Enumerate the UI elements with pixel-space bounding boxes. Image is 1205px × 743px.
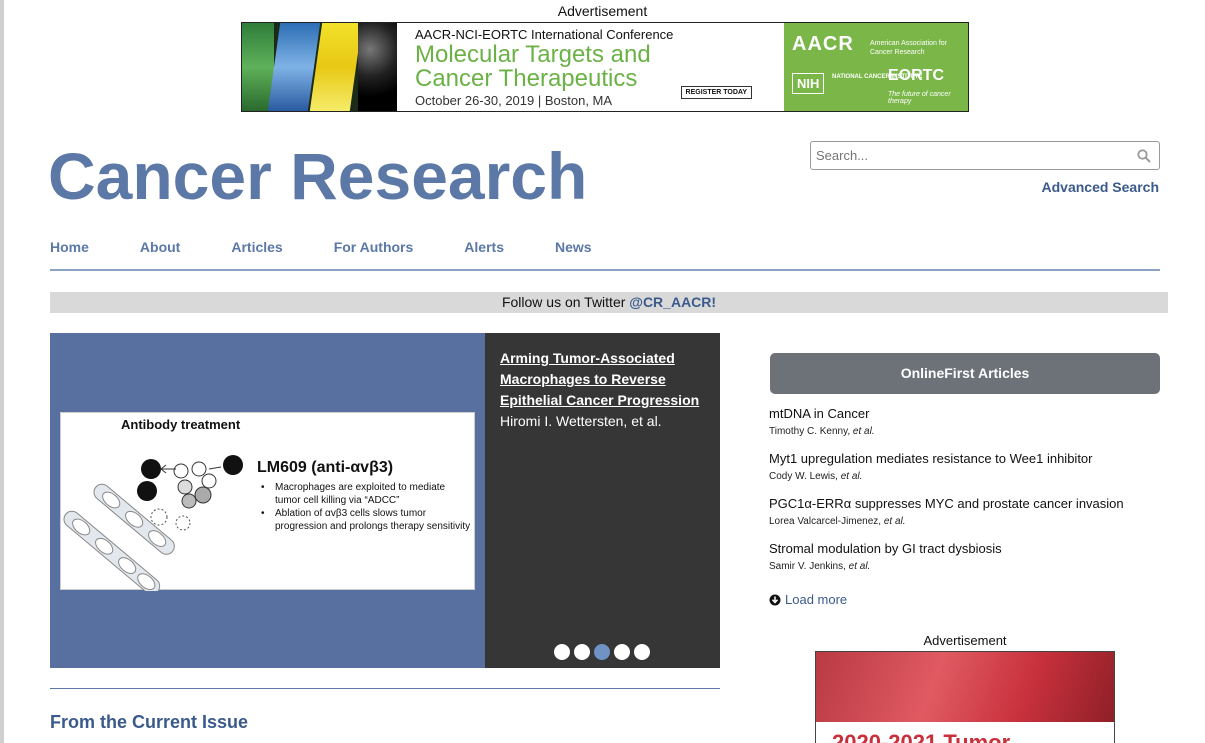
nav-home[interactable]: Home: [50, 239, 89, 255]
top-ad-label: Advertisement: [557, 3, 648, 19]
nav-alerts[interactable]: Alerts: [464, 239, 504, 255]
side-ad-text: 2020-2021 Tumor: [832, 730, 1011, 743]
carousel-article-author: Hiromi I. Wettersten, et al.: [500, 413, 662, 429]
load-more-link[interactable]: Load more: [769, 592, 847, 607]
figure-heading: Antibody treatment: [121, 417, 241, 432]
article-title-link[interactable]: Myt1 upregulation mediates resistance to…: [769, 450, 1169, 467]
nav-divider: [50, 269, 1160, 271]
current-issue-heading: From the Current Issue: [50, 712, 249, 732]
carousel-dot-2[interactable]: [574, 644, 590, 660]
twitter-handle-link[interactable]: @CR_AACR!: [629, 294, 716, 310]
online-first-list: mtDNA in Cancer Timothy C. Kenny, et al.…: [769, 405, 1169, 585]
eortc-logo-subtitle: The future of cancer therapy: [888, 91, 951, 105]
carousel-dot-3[interactable]: [594, 644, 610, 660]
nav-about[interactable]: About: [140, 239, 180, 255]
aacr-logo-subtitle: American Association for Cancer Research: [870, 40, 948, 56]
site-title[interactable]: Cancer Research: [48, 138, 587, 214]
figure-bullet: Macrophages are exploited to mediate tum…: [261, 481, 471, 507]
top-ad-banner[interactable]: AACR-NCI-EORTC International Conference …: [241, 22, 969, 112]
side-ad-banner[interactable]: 2020-2021 Tumor: [815, 651, 1115, 743]
carousel-dot-1[interactable]: [554, 644, 570, 660]
featured-carousel[interactable]: Antibody treatment LM609 (anti-αvβ3) Mac…: [50, 333, 720, 668]
article-authors: Samir V. Jenkins, et al.: [769, 561, 871, 572]
search-box[interactable]: [810, 141, 1160, 170]
page-left-border: [0, 0, 4, 743]
figure-title: LM609 (anti-αvβ3): [257, 459, 394, 476]
ad-register-button[interactable]: REGISTER TODAY: [680, 86, 752, 99]
search-icon[interactable]: [1137, 149, 1151, 163]
ad-kicker: AACR-NCI-EORTC International Conference: [415, 27, 674, 42]
ad-artwork: [242, 23, 397, 111]
ad-title-line1: Molecular Targets and: [415, 41, 651, 68]
article-authors: Lorea Valcarcel-Jimenez, et al.: [769, 516, 906, 527]
nav-news[interactable]: News: [555, 239, 592, 255]
carousel-dot-5[interactable]: [634, 644, 650, 660]
aacr-logo: AACR: [792, 33, 854, 55]
twitter-text: Follow us on Twitter: [501, 294, 630, 310]
list-item: PGC1α-ERRα suppresses MYC and prostate c…: [769, 495, 1169, 540]
eortc-logo: EORTC: [888, 67, 944, 84]
ad-logos: AACR American Association for Cancer Res…: [784, 23, 968, 111]
list-item: Myt1 upregulation mediates resistance to…: [769, 450, 1169, 495]
nav-articles[interactable]: Articles: [231, 239, 282, 255]
side-ad-label: Advertisement: [923, 633, 1007, 648]
search-input[interactable]: [811, 142, 1121, 169]
article-authors: Cody W. Lewis, et al.: [769, 471, 863, 482]
article-title-link[interactable]: mtDNA in Cancer: [769, 405, 1169, 422]
carousel-caption: Arming Tumor-Associated Macrophages to R…: [485, 333, 720, 668]
current-issue-divider: [50, 688, 720, 689]
load-more-label: Load more: [785, 592, 848, 607]
article-title-link[interactable]: Stromal modulation by GI tract dysbiosis: [769, 540, 1169, 557]
arrow-circle-down-icon: [769, 594, 781, 605]
figure-bullets: Macrophages are exploited to mediate tum…: [261, 481, 471, 533]
carousel-dots: [554, 644, 650, 660]
carousel-figure[interactable]: Antibody treatment LM609 (anti-αvβ3) Mac…: [60, 412, 475, 591]
online-first-header[interactable]: OnlineFirst Articles: [770, 353, 1160, 394]
side-ad-artwork: [816, 652, 1114, 722]
nih-logo: NIH: [792, 73, 825, 94]
carousel-dot-4[interactable]: [614, 644, 630, 660]
article-title-link[interactable]: PGC1α-ERRα suppresses MYC and prostate c…: [769, 495, 1169, 512]
nav-for-authors[interactable]: For Authors: [334, 239, 414, 255]
figure-bullet: Ablation of αvβ3 cells slows tumor progr…: [261, 507, 471, 533]
twitter-bar: Follow us on Twitter @CR_AACR!: [50, 292, 1168, 313]
main-nav: Home About Articles For Authors Alerts N…: [50, 239, 643, 255]
list-item: mtDNA in Cancer Timothy C. Kenny, et al.: [769, 405, 1169, 450]
list-item: Stromal modulation by GI tract dysbiosis…: [769, 540, 1169, 585]
ad-text-block: AACR-NCI-EORTC International Conference …: [397, 23, 784, 111]
carousel-article-title[interactable]: Arming Tumor-Associated Macrophages to R…: [500, 348, 705, 411]
article-authors: Timothy C. Kenny, et al.: [769, 426, 875, 437]
advanced-search-link[interactable]: Advanced Search: [1042, 179, 1160, 195]
